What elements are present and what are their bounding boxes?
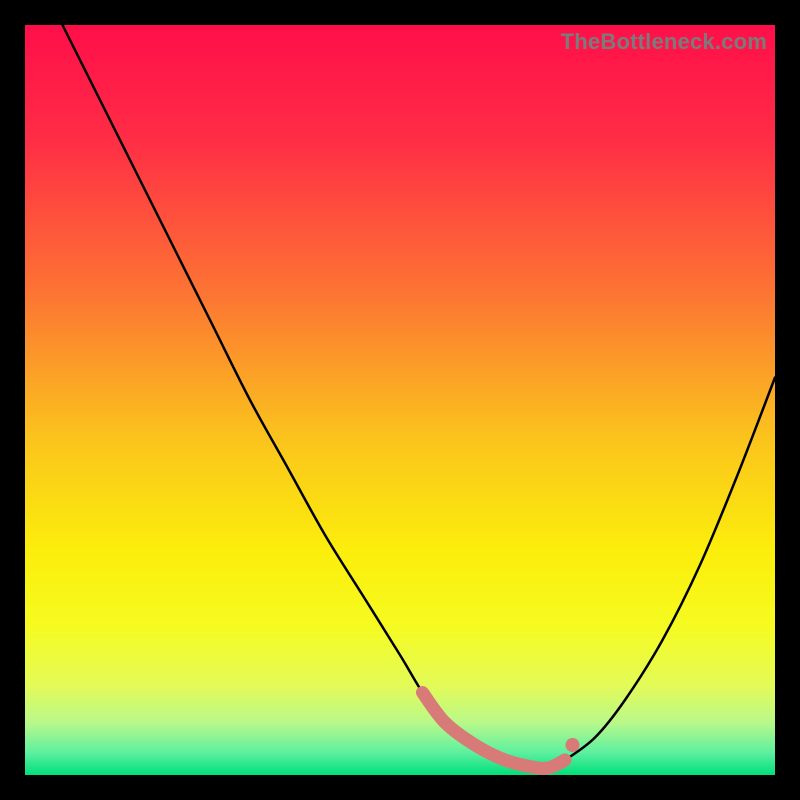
flat-region-highlight: [423, 693, 566, 769]
chart-frame: TheBottleneck.com: [25, 25, 775, 775]
bottleneck-curve: [63, 25, 776, 768]
chart-svg: [25, 25, 775, 775]
watermark-text: TheBottleneck.com: [561, 29, 767, 55]
marker-dot: [566, 738, 580, 752]
